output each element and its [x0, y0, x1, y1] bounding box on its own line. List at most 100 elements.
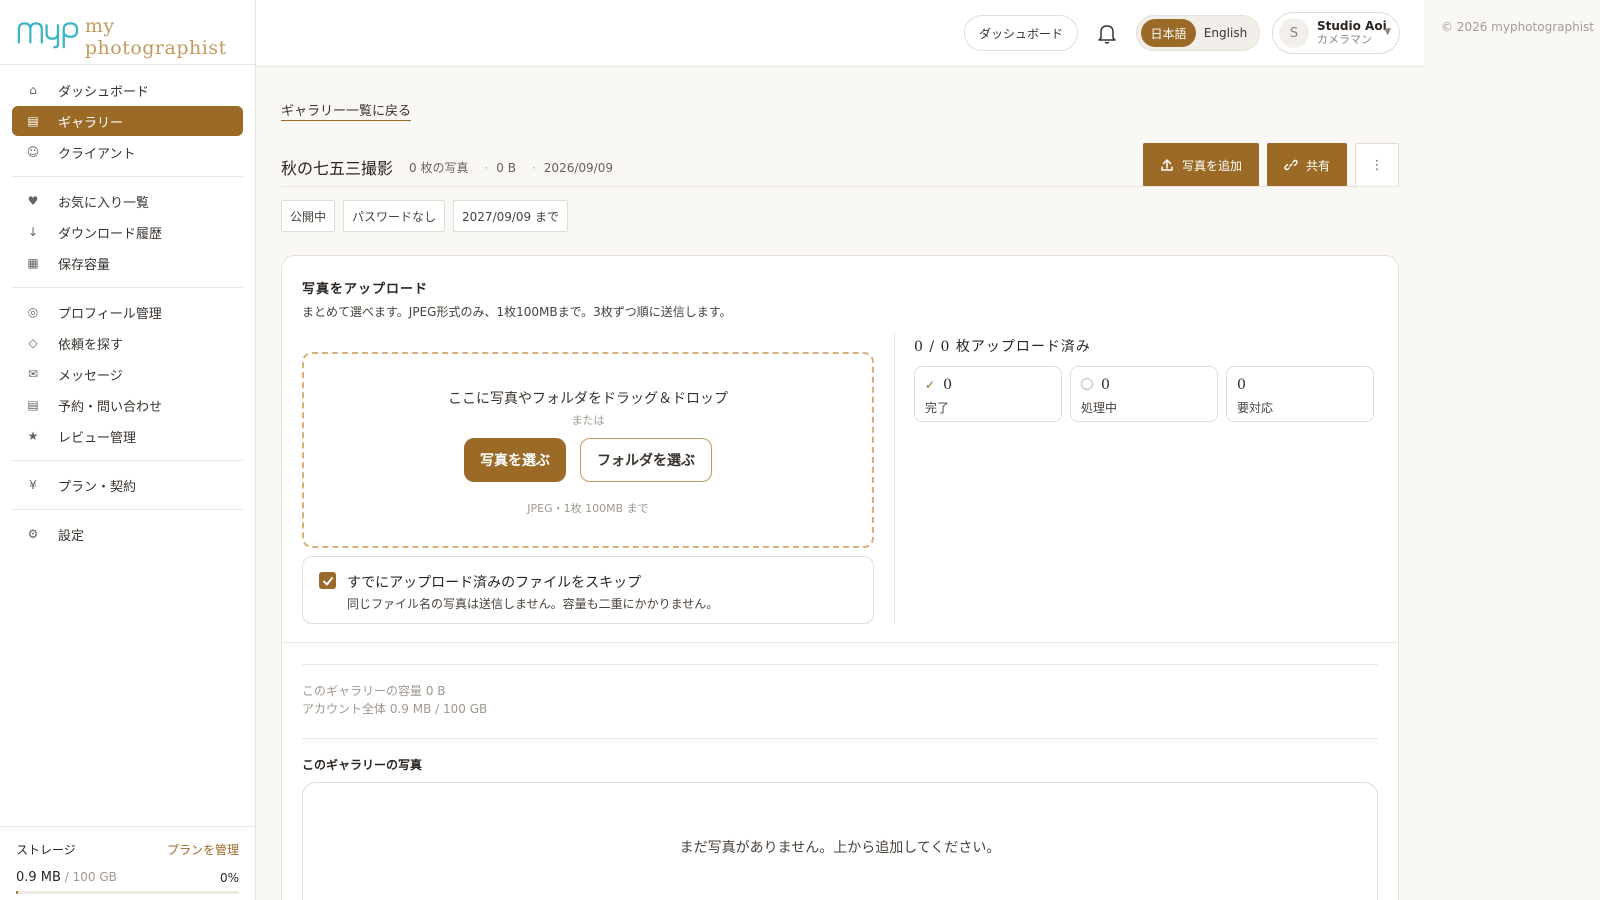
- sidebar-item-label: 依頼を探す: [58, 337, 124, 353]
- more-options-button[interactable]: ⋮: [1355, 143, 1399, 187]
- dropzone-or: または: [571, 414, 605, 427]
- sidebar-item-bookings[interactable]: ▤ 予約・問い合わせ: [12, 390, 243, 420]
- expiry-badge: 2027/09/09 まで: [453, 200, 569, 232]
- empty-state-text: まだ写真がありません。上から追加してください。: [679, 840, 1001, 856]
- client-icon: ☺: [26, 145, 40, 159]
- separator-dot: ·: [484, 161, 489, 175]
- sidebar-item-settings[interactable]: ⚙ 設定: [12, 519, 243, 549]
- storage-bar: [16, 891, 239, 894]
- dropzone-hint: JPEG・1枚 100MB まで: [527, 502, 649, 515]
- storage-bar-fill: [16, 891, 18, 894]
- divider: [302, 738, 1378, 739]
- sidebar-item-label: 保存容量: [58, 257, 111, 273]
- gallery-size: 0 B: [496, 161, 516, 175]
- language-switcher: 日本語 English: [1136, 15, 1260, 51]
- diamond-icon: ◇: [28, 336, 38, 350]
- sidebar-item-label: ダッシュボード: [58, 84, 150, 100]
- user-role: カメラマン: [1317, 33, 1372, 46]
- profile-icon: ◎: [27, 305, 39, 319]
- circle-icon: [1081, 378, 1093, 390]
- sidebar-item-favorites[interactable]: ♥ お気に入り一覧: [12, 186, 243, 216]
- skip-uploaded-description: 同じファイル名の写真は送信しません。容量も二重にかかりません。: [347, 597, 719, 611]
- lang-ja-button[interactable]: 日本語: [1141, 19, 1197, 47]
- sidebar-item-clients[interactable]: ☺ クライアント: [12, 137, 243, 167]
- sidebar-item-profile[interactable]: ◎ プロフィール管理: [12, 297, 243, 327]
- share-label: 共有: [1305, 158, 1330, 173]
- dashboard-button[interactable]: ダッシュボード: [964, 15, 1079, 51]
- user-menu[interactable]: S Studio Aoi カメラマン ▼: [1272, 12, 1400, 54]
- sidebar-item-label: お気に入り一覧: [58, 195, 150, 211]
- gallery-meta: 0 枚の写真 · 0 B · 2026/09/09: [409, 159, 621, 176]
- brand-logo[interactable]: my photographist: [0, 0, 255, 65]
- home-icon: ⌂: [29, 83, 37, 97]
- sidebar-item-label: メッセージ: [58, 368, 123, 384]
- add-photos-label: 写真を追加: [1181, 158, 1242, 173]
- sidebar-item-find-requests[interactable]: ◇ 依頼を探す: [12, 328, 243, 358]
- upload-progress-title: 0 / 0 枚アップロード済み: [914, 339, 1091, 355]
- stat-processing: 0 処理中: [1070, 366, 1218, 422]
- nav-divider: [12, 509, 243, 510]
- download-icon: ↓: [27, 225, 39, 239]
- sidebar-item-label: ダウンロード履歴: [58, 226, 163, 242]
- sidebar-item-label: ギャラリー: [58, 115, 124, 131]
- stat-completed: ✓ 0 完了: [914, 366, 1062, 422]
- sidebar-item-messages[interactable]: ✉ メッセージ: [12, 359, 243, 389]
- add-photos-button[interactable]: 写真を追加: [1143, 143, 1259, 187]
- sidebar-nav: ⌂ ダッシュボード ▤ ギャラリー ☺ クライアント ♥ お気に入り一覧 ↓ ダウンロード…: [0, 65, 255, 549]
- link-icon: [1284, 159, 1298, 171]
- lang-en-button[interactable]: English: [1196, 19, 1255, 47]
- sidebar-item-storage[interactable]: ▦ 保存容量: [12, 248, 243, 278]
- gear-icon: ⚙: [27, 527, 39, 541]
- sidebar-item-plans[interactable]: ¥ プラン・契約: [12, 470, 243, 500]
- divider: [282, 642, 1398, 643]
- sidebar-item-gallery[interactable]: ▤ ギャラリー: [12, 106, 243, 136]
- storage-total: / 100 GB: [60, 870, 117, 884]
- account-capacity: アカウント全体 0.9 MB / 100 GB: [302, 702, 488, 716]
- gallery-photos-title: このギャラリーの写真: [302, 758, 423, 772]
- user-name: Studio Aoi: [1317, 19, 1387, 33]
- separator-dot: ·: [531, 161, 536, 175]
- nav-divider: [12, 176, 243, 177]
- back-to-gallery-list-link[interactable]: ギャラリー一覧に戻る: [281, 100, 412, 121]
- sidebar-item-label: プロフィール管理: [58, 306, 162, 322]
- photo-count: 0 枚の写真: [409, 161, 469, 175]
- sidebar-item-label: プラン・契約: [58, 479, 137, 495]
- stat-label: 完了: [925, 401, 950, 415]
- upload-icon: [1161, 159, 1173, 171]
- sidebar-item-reviews[interactable]: ★ レビュー管理: [12, 421, 243, 451]
- manage-plan-link[interactable]: プランを管理: [167, 841, 239, 858]
- skip-uploaded-label[interactable]: すでにアップロード済みのファイルをスキップ: [347, 572, 641, 592]
- skip-uploaded-checkbox[interactable]: [319, 572, 336, 589]
- storage-icon: ▦: [27, 256, 39, 270]
- calendar-icon: ▤: [27, 398, 39, 412]
- sidebar-item-label: 予約・問い合わせ: [58, 399, 163, 415]
- page-title: 秋の七五三撮影: [281, 159, 394, 178]
- sidebar: my photographist ⌂ ダッシュボード ▤ ギャラリー ☺ クライアント…: [0, 0, 256, 900]
- choose-photos-button[interactable]: 写真を選ぶ: [464, 438, 566, 482]
- vertical-divider: [894, 334, 895, 624]
- stat-value: 0: [1237, 377, 1246, 393]
- upload-card: 写真をアップロード まとめて選べます。JPEG形式のみ、1枚100MBまで。3枚…: [281, 255, 1399, 900]
- empty-photos-panel: まだ写真がありません。上から追加してください。: [302, 782, 1378, 900]
- sidebar-item-label: クライアント: [58, 146, 136, 162]
- upload-title: 写真をアップロード: [302, 282, 429, 297]
- gallery-badges: 公開中 パスワードなし 2027/09/09 まで: [281, 200, 576, 232]
- gallery-header: 秋の七五三撮影 0 枚の写真 · 0 B · 2026/09/09 写真を追加 共有 ⋮: [281, 143, 1399, 191]
- gallery-capacity: このギャラリーの容量 0 B: [302, 684, 446, 698]
- skip-uploaded-option: すでにアップロード済みのファイルをスキップ 同じファイル名の写真は送信しません。…: [302, 556, 874, 624]
- heart-icon: ♥: [27, 194, 39, 208]
- bell-icon[interactable]: [1094, 20, 1120, 46]
- sidebar-item-downloads[interactable]: ↓ ダウンロード履歴: [12, 217, 243, 247]
- choose-folder-button[interactable]: フォルダを選ぶ: [580, 438, 712, 482]
- checkmark-icon: [322, 576, 333, 585]
- sidebar-item-dashboard[interactable]: ⌂ ダッシュボード: [12, 75, 243, 105]
- share-button[interactable]: 共有: [1267, 143, 1347, 187]
- stat-value: 0: [943, 377, 952, 393]
- password-badge: パスワードなし: [343, 200, 446, 232]
- dropzone-text: ここに写真やフォルダをドラッグ＆ドロップ: [448, 391, 728, 407]
- stat-value: 0: [1101, 377, 1110, 393]
- gallery-icon: ▤: [27, 114, 39, 128]
- upload-dropzone[interactable]: ここに写真やフォルダをドラッグ＆ドロップ または 写真を選ぶ フォルダを選ぶ J…: [302, 352, 874, 548]
- storage-panel: ストレージ プランを管理 0.9 MB / 100 GB 0%: [0, 826, 255, 900]
- logo-mark-icon: [17, 22, 79, 49]
